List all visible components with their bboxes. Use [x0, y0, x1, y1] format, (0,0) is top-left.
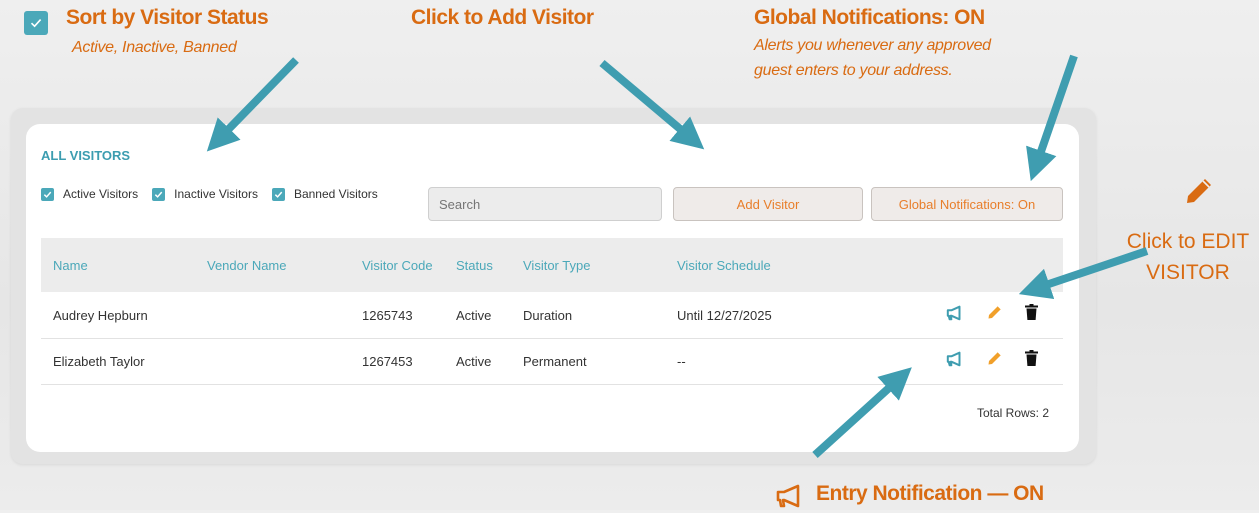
- column-header-code[interactable]: Visitor Code: [362, 258, 433, 273]
- annotation-global-line1: Alerts you whenever any approved: [754, 37, 991, 54]
- card-title: ALL VISITORS: [41, 148, 131, 163]
- total-rows: Total Rows: 2: [976, 406, 1049, 420]
- annotation-global-text: Alerts you whenever any approved guest e…: [754, 33, 991, 83]
- global-notifications-button[interactable]: Global Notifications: On: [871, 187, 1063, 221]
- cell-type: Duration: [523, 308, 573, 323]
- search-input[interactable]: [428, 187, 662, 221]
- annotation-entry-title: Entry Notification — ON: [816, 482, 1044, 505]
- annotation-edit-line1: Click to EDIT: [1126, 230, 1250, 253]
- checkbox-icon[interactable]: [271, 187, 285, 201]
- column-header-status[interactable]: Status: [456, 258, 493, 273]
- annotation-global-line2: guest enters to your address.: [754, 62, 953, 79]
- table-row: Audrey Hepburn 1265743 Active Duration U…: [41, 292, 1063, 339]
- annotation-edit-line2: VISITOR: [1146, 261, 1230, 284]
- visitors-card: ALL VISITORS Active Visitors Inactive Vi…: [26, 124, 1079, 452]
- cell-status: Active: [456, 308, 492, 323]
- annotation-add-title: Click to Add Visitor: [411, 6, 594, 29]
- pencil-icon: [1184, 176, 1214, 211]
- checkbox-icon[interactable]: [152, 187, 166, 201]
- cell-status: Active: [456, 354, 492, 369]
- column-header-name[interactable]: Name: [53, 258, 88, 273]
- cell-schedule: Until 12/27/2025: [677, 308, 772, 323]
- megaphone-icon[interactable]: [946, 350, 964, 373]
- trash-icon[interactable]: [1025, 350, 1038, 371]
- pencil-icon[interactable]: [987, 304, 1003, 325]
- trash-icon[interactable]: [1025, 304, 1038, 325]
- megaphone-icon[interactable]: [946, 304, 964, 327]
- filter-label: Active Visitors: [63, 187, 139, 201]
- column-header-type[interactable]: Visitor Type: [523, 258, 590, 273]
- filter-label: Inactive Visitors: [174, 187, 258, 201]
- table-row: Elizabeth Taylor 1267453 Active Permanen…: [41, 338, 1063, 385]
- add-visitor-button[interactable]: Add Visitor: [673, 187, 863, 221]
- pencil-icon[interactable]: [987, 350, 1003, 371]
- megaphone-icon: [776, 484, 804, 513]
- filter-banned[interactable]: Banned Visitors: [271, 187, 378, 201]
- column-header-vendor[interactable]: Vendor Name: [207, 258, 287, 273]
- filter-active[interactable]: Active Visitors: [41, 187, 138, 201]
- cell-name: Elizabeth Taylor: [53, 354, 145, 369]
- annotation-edit: Click to EDIT VISITOR: [1123, 226, 1253, 288]
- filter-label: Banned Visitors: [293, 187, 378, 201]
- checkbox-icon[interactable]: [41, 187, 54, 201]
- cell-type: Permanent: [523, 354, 587, 369]
- annotation-sort-title: Sort by Visitor Status: [66, 6, 269, 29]
- table-header: Name Vendor Name Visitor Code Status Vis…: [41, 238, 1063, 292]
- cell-code: 1265743: [362, 308, 413, 323]
- cell-schedule: --: [677, 354, 686, 369]
- filter-inactive[interactable]: Inactive Visitors: [152, 187, 258, 201]
- checkbox-icon: [24, 11, 48, 35]
- annotation-sort-subtitle: Active, Inactive, Banned: [72, 39, 237, 56]
- column-header-schedule[interactable]: Visitor Schedule: [677, 258, 771, 273]
- status-filters: Active Visitors Inactive Visitors Banned…: [41, 187, 392, 201]
- annotation-global-title: Global Notifications: ON: [754, 6, 985, 29]
- cell-code: 1267453: [362, 354, 413, 369]
- cell-name: Audrey Hepburn: [53, 308, 148, 323]
